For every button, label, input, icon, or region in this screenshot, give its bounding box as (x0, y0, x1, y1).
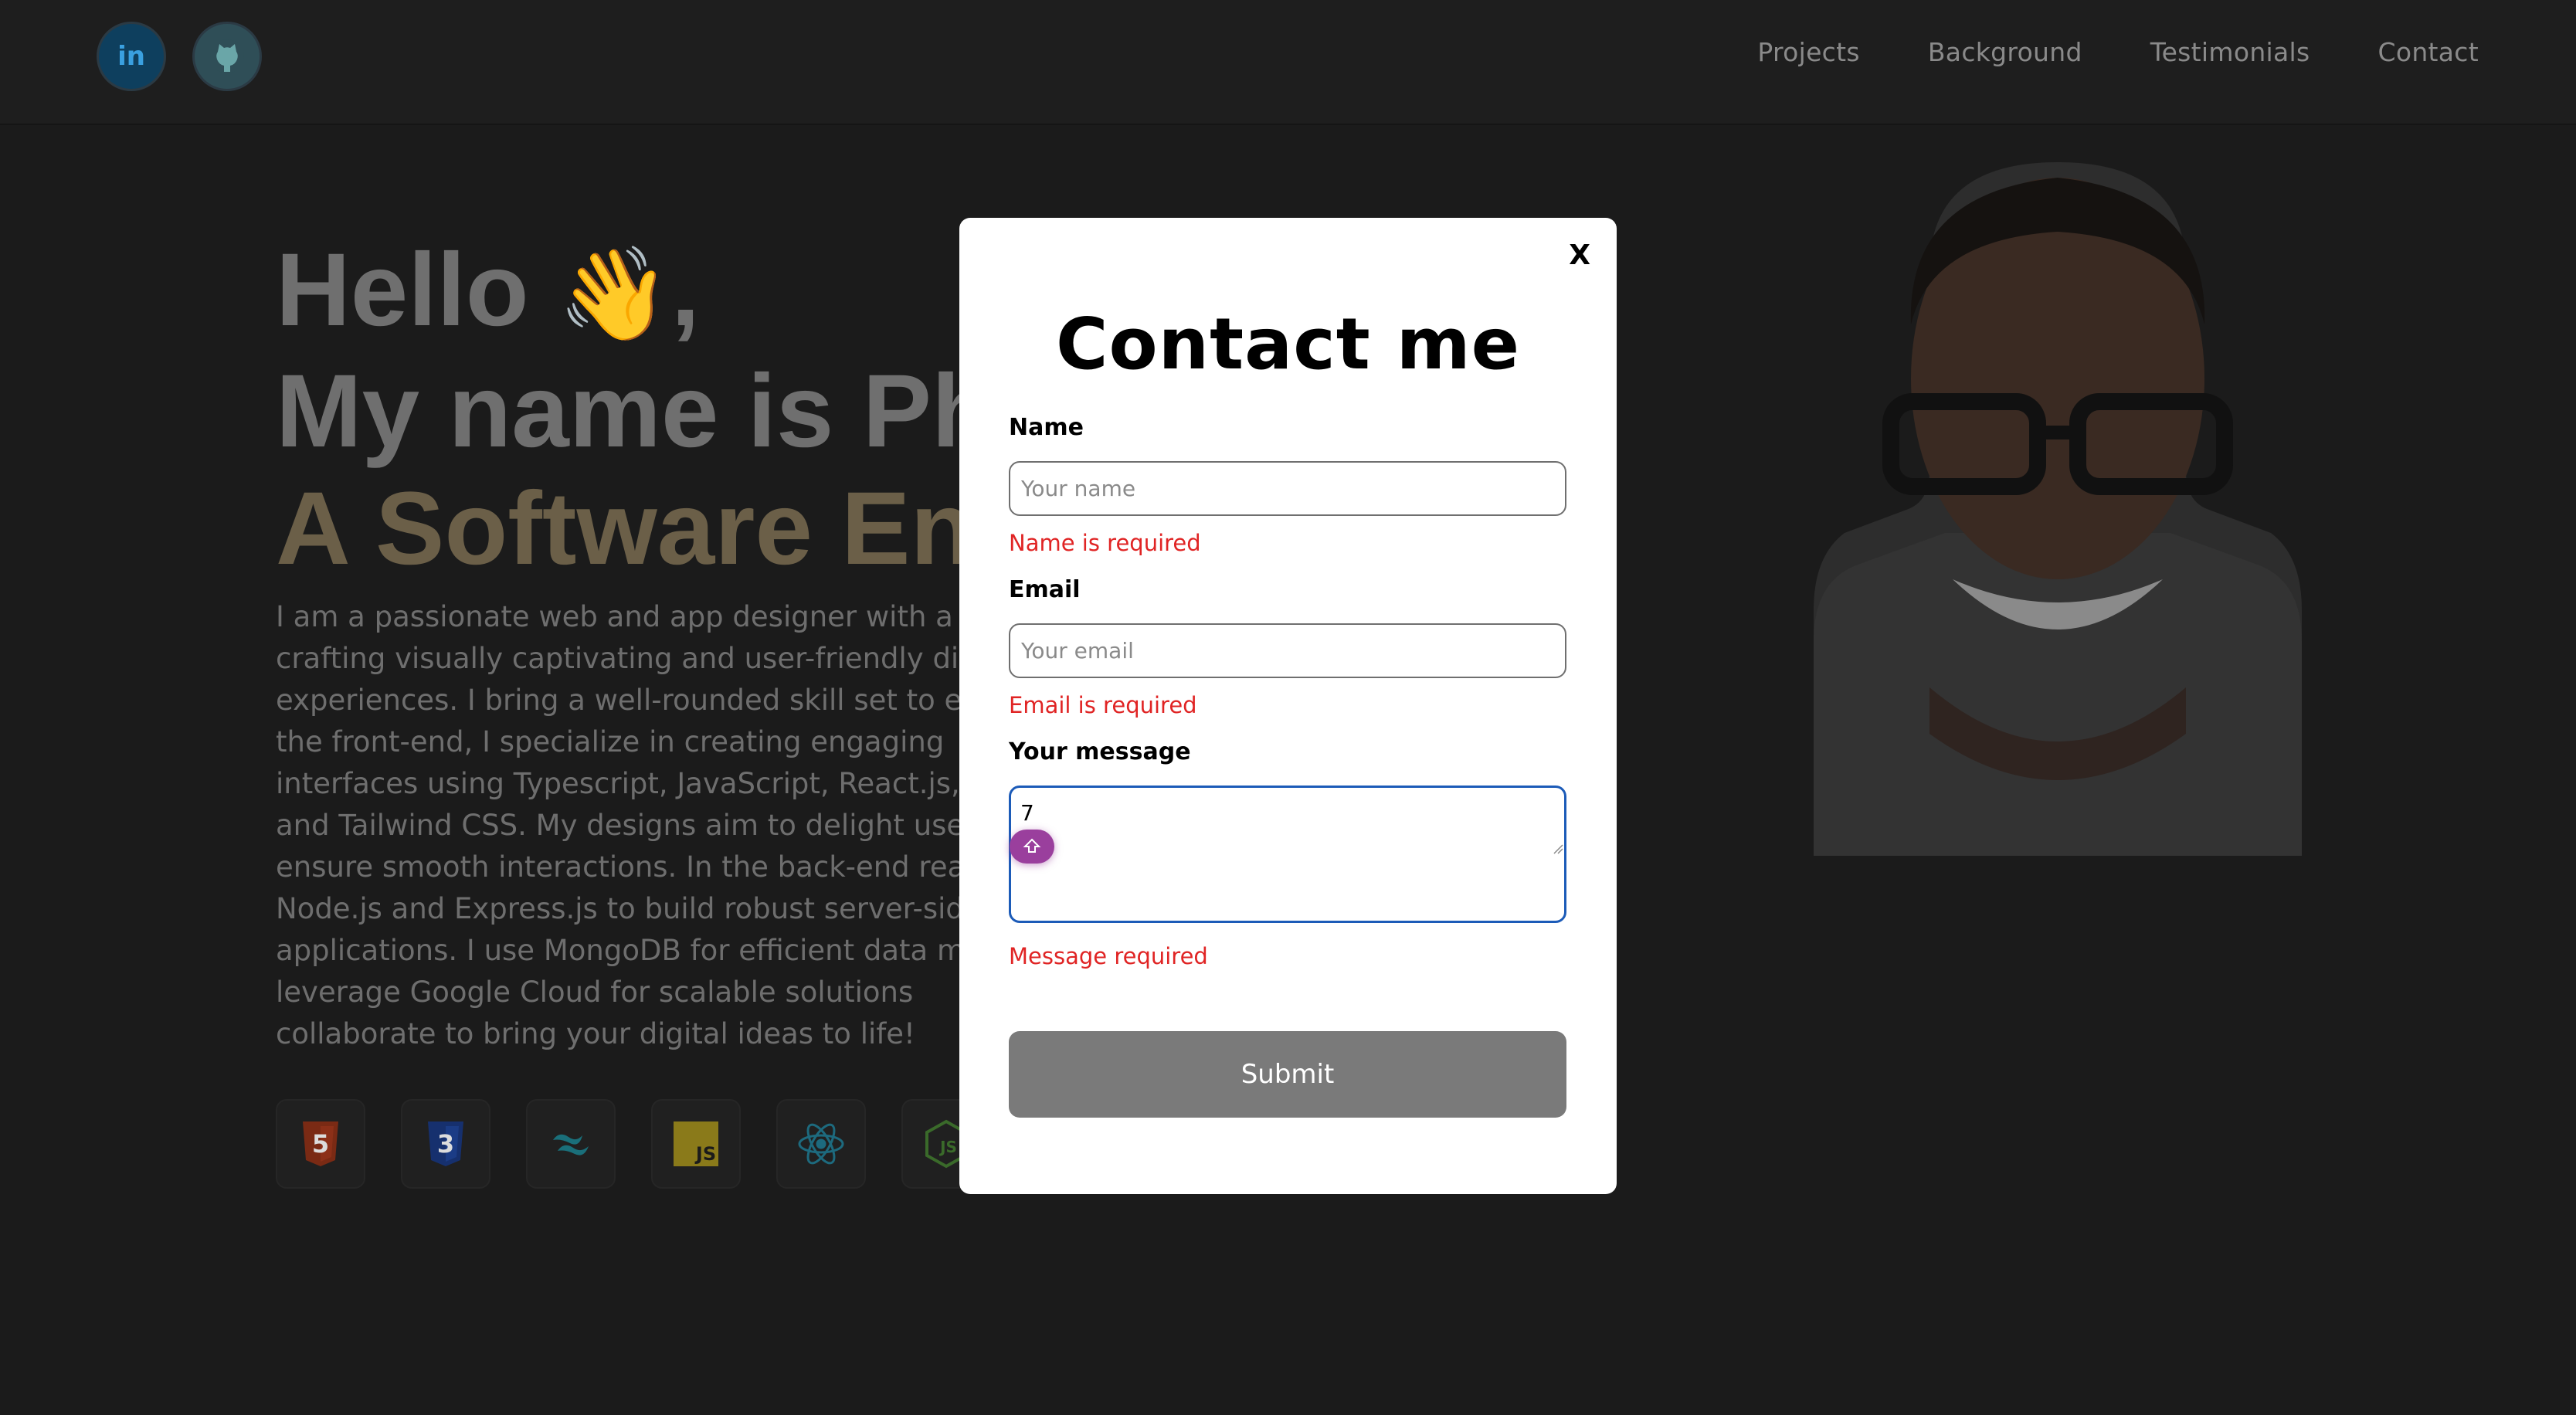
close-button[interactable]: X (1569, 239, 1590, 271)
email-label: Email (1009, 576, 1081, 603)
modal-title: Contact me (1055, 303, 1521, 385)
name-input[interactable] (1009, 461, 1566, 516)
extension-badge[interactable] (1010, 830, 1054, 864)
contact-modal: X Contact me Name Name is required Email… (959, 218, 1617, 1194)
resize-grip-icon[interactable] (1551, 842, 1563, 854)
upload-icon (1023, 838, 1041, 853)
email-error: Email is required (1009, 692, 1197, 718)
name-label: Name (1009, 414, 1084, 441)
page: in Projects Background Testimonials Cont… (0, 0, 2576, 1415)
message-label: Your message (1009, 738, 1191, 765)
email-input[interactable] (1009, 623, 1566, 678)
message-textarea[interactable]: 7 (1009, 786, 1566, 923)
name-error: Name is required (1009, 530, 1201, 556)
message-error: Message required (1009, 943, 1208, 969)
submit-button[interactable]: Submit (1009, 1031, 1566, 1118)
